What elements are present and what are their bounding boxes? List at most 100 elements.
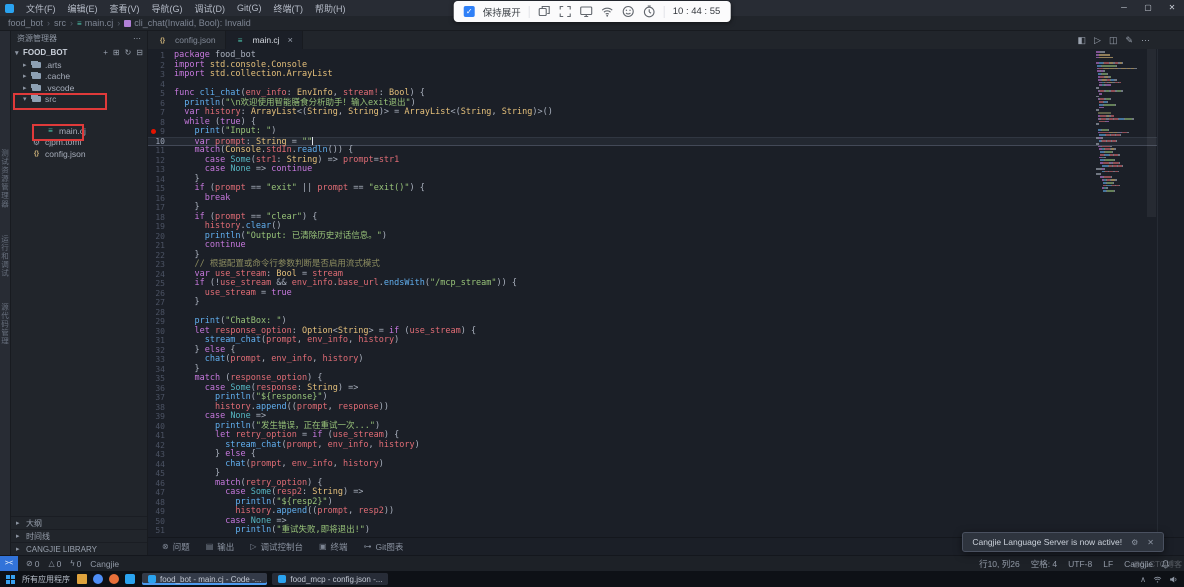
line-number[interactable]: 7 bbox=[148, 108, 174, 118]
keep-expanded-checkbox[interactable]: ✓ bbox=[464, 6, 475, 17]
tree-item-.arts[interactable]: ▸.arts bbox=[11, 59, 147, 71]
line-number[interactable]: 50 bbox=[148, 517, 174, 527]
line-number[interactable]: 3 bbox=[148, 70, 174, 80]
tab-git-graph[interactable]: ⊶Git图表 bbox=[364, 541, 404, 553]
tab-config.json[interactable]: {}config.json bbox=[148, 31, 226, 49]
code-line[interactable]: 21 continue bbox=[148, 241, 1184, 251]
line-number[interactable]: 21 bbox=[148, 241, 174, 251]
tab-problems[interactable]: ⊗问题 bbox=[162, 541, 190, 553]
line-number[interactable]: 39 bbox=[148, 412, 174, 422]
sidebar-section[interactable]: ▸时间线 bbox=[11, 529, 147, 542]
line-number[interactable]: 36 bbox=[148, 384, 174, 394]
wifi-icon[interactable] bbox=[601, 5, 614, 18]
line-number[interactable]: 11 bbox=[148, 146, 174, 156]
remote-indicator[interactable]: >< bbox=[0, 556, 18, 571]
line-number[interactable]: 14 bbox=[148, 175, 174, 185]
line-number[interactable]: 23 bbox=[148, 260, 174, 270]
line-number[interactable]: 12 bbox=[148, 156, 174, 166]
errors-indicator[interactable]: ⊘0 bbox=[26, 559, 39, 569]
close-button[interactable]: ✕ bbox=[1160, 0, 1184, 16]
close-icon[interactable]: × bbox=[288, 35, 293, 45]
breadcrumb-item[interactable]: src bbox=[54, 18, 66, 28]
tree-item-main.cj[interactable]: ≡main.cj bbox=[11, 125, 147, 137]
language-indicator[interactable]: Cangjie bbox=[90, 559, 119, 569]
activity-view-label[interactable]: 源代码管理 bbox=[0, 303, 11, 346]
line-number[interactable]: 44 bbox=[148, 460, 174, 470]
browser-icon[interactable] bbox=[93, 574, 103, 584]
line-number[interactable]: 2 bbox=[148, 61, 174, 71]
line-number[interactable]: 19 bbox=[148, 222, 174, 232]
tree-item-src[interactable]: ▾src bbox=[11, 94, 147, 106]
menu-item[interactable]: 导航(G) bbox=[146, 2, 189, 15]
line-number[interactable]: 17 bbox=[148, 203, 174, 213]
code-line[interactable]: 26 use_stream = true bbox=[148, 289, 1184, 299]
refresh-icon[interactable]: ↻ bbox=[125, 46, 132, 59]
sidebar-section[interactable]: ▸大纲 bbox=[11, 516, 147, 529]
tree-item-.cache[interactable]: ▸.cache bbox=[11, 71, 147, 83]
breadcrumb-item[interactable]: ≡main.cj bbox=[77, 18, 113, 28]
line-number[interactable]: 31 bbox=[148, 336, 174, 346]
line-number[interactable]: 40 bbox=[148, 422, 174, 432]
code-line[interactable]: 16 break bbox=[148, 194, 1184, 204]
line-number[interactable]: 38 bbox=[148, 403, 174, 413]
volume-icon[interactable] bbox=[1169, 575, 1178, 584]
start-button[interactable] bbox=[6, 575, 15, 584]
line-number[interactable]: 37 bbox=[148, 393, 174, 403]
indentation[interactable]: 空格: 4 bbox=[1031, 558, 1057, 570]
line-number[interactable]: 13 bbox=[148, 165, 174, 175]
code-line[interactable]: 28 bbox=[148, 308, 1184, 318]
code-line[interactable]: 44 chat(prompt, env_info, history) bbox=[148, 460, 1184, 470]
line-number[interactable]: 51 bbox=[148, 526, 174, 536]
line-number[interactable]: 20 bbox=[148, 232, 174, 242]
new-file-icon[interactable]: + bbox=[103, 46, 108, 59]
line-number[interactable]: 15 bbox=[148, 184, 174, 194]
maximize-button[interactable]: ▢ bbox=[1136, 0, 1160, 16]
tree-item-config.json[interactable]: {}config.json bbox=[11, 148, 147, 160]
more-actions-icon[interactable]: ⋯ bbox=[133, 34, 141, 43]
new-folder-icon[interactable]: ⊞ bbox=[113, 46, 120, 59]
code-line[interactable]: 7 var history: ArrayList<(String, String… bbox=[148, 108, 1184, 118]
line-number[interactable]: 34 bbox=[148, 365, 174, 375]
fullscreen-icon[interactable] bbox=[559, 5, 572, 18]
line-number[interactable]: 49 bbox=[148, 507, 174, 517]
line-number[interactable]: 6 bbox=[148, 99, 174, 109]
code-line[interactable]: 49 history.append((prompt, resp2)) bbox=[148, 507, 1184, 517]
run-icon[interactable]: ▷ bbox=[1094, 31, 1101, 49]
code-line[interactable]: 15 if (prompt == "exit" || prompt == "ex… bbox=[148, 184, 1184, 194]
menu-item[interactable]: 帮助(H) bbox=[309, 2, 352, 15]
display-icon[interactable] bbox=[580, 5, 593, 18]
gear-icon[interactable]: ⚙ bbox=[1131, 538, 1138, 547]
encoding[interactable]: UTF-8 bbox=[1068, 559, 1092, 569]
line-number[interactable]: 48 bbox=[148, 498, 174, 508]
line-number[interactable]: 43 bbox=[148, 450, 174, 460]
scrollbar[interactable] bbox=[1147, 49, 1156, 217]
menu-item[interactable]: 文件(F) bbox=[20, 2, 62, 15]
code-line[interactable]: 9 print("Input: ") bbox=[148, 127, 1184, 137]
line-number[interactable]: 8 bbox=[148, 118, 174, 128]
code-line[interactable]: 3import std.collection.ArrayList bbox=[148, 70, 1184, 80]
firefox-icon[interactable] bbox=[109, 574, 119, 584]
layout-icon[interactable]: ◧ bbox=[1078, 31, 1087, 49]
code-line[interactable]: 20 println("Output: 已清除历史对话信息。") bbox=[148, 232, 1184, 242]
network-icon[interactable] bbox=[1153, 575, 1162, 584]
line-number[interactable]: 1 bbox=[148, 51, 174, 61]
activity-view-label[interactable]: 运行和调试 bbox=[0, 235, 11, 278]
smiley-icon[interactable] bbox=[622, 5, 635, 18]
cursor-position[interactable]: 行10, 列26 bbox=[979, 558, 1020, 570]
code-editor[interactable]: 1package food_bot2import std.console.Con… bbox=[148, 49, 1184, 537]
line-number[interactable]: 27 bbox=[148, 298, 174, 308]
line-number[interactable]: 33 bbox=[148, 355, 174, 365]
code-line[interactable]: 31 stream_chat(prompt, env_info, history… bbox=[148, 336, 1184, 346]
sidebar-section[interactable]: ▸CANGJIE LIBRARY bbox=[11, 542, 147, 555]
tab-output[interactable]: ▤输出 bbox=[206, 541, 235, 553]
line-number[interactable]: 24 bbox=[148, 270, 174, 280]
window-icon[interactable] bbox=[538, 5, 551, 18]
menu-item[interactable]: 查看(V) bbox=[104, 2, 146, 15]
line-number[interactable]: 25 bbox=[148, 279, 174, 289]
hidden-icons-chevron-icon[interactable]: ∧ bbox=[1140, 575, 1146, 584]
line-number[interactable]: 29 bbox=[148, 317, 174, 327]
line-number[interactable]: 4 bbox=[148, 80, 174, 90]
tab-terminal[interactable]: ▣终端 bbox=[319, 541, 348, 553]
code-line[interactable]: 33 chat(prompt, env_info, history) bbox=[148, 355, 1184, 365]
minimap[interactable] bbox=[1096, 51, 1144, 193]
